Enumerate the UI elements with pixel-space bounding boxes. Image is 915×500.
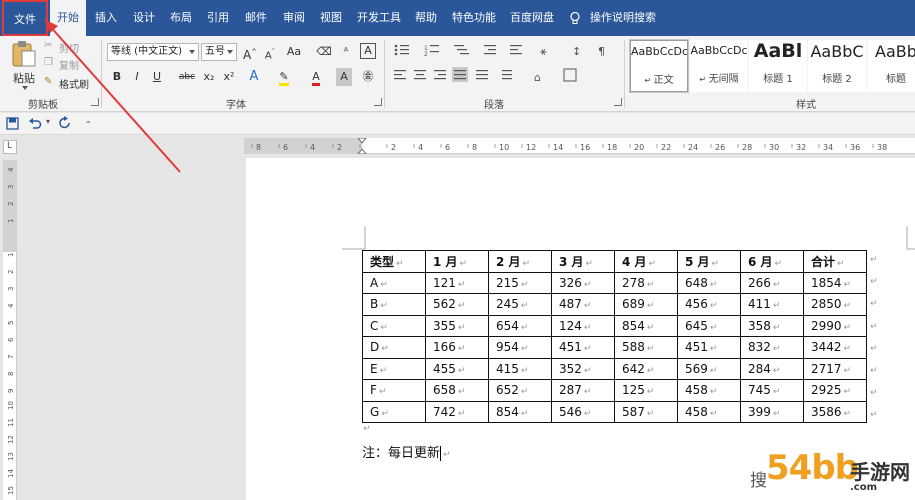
annotation-arrow <box>44 19 181 173</box>
